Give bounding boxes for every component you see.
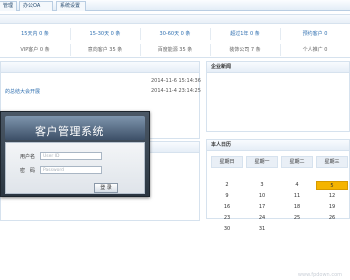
login-dialog: 客户管理系统 用户名 User ID 密 码 Password 登 录: [0, 111, 150, 197]
news-item-time: 2014-11-6 15:14:36: [151, 78, 201, 84]
calendar-day[interactable]: 23: [211, 214, 243, 223]
calendar-day[interactable]: 10: [246, 192, 278, 201]
calendar-day[interactable]: 30: [211, 225, 243, 234]
login-title: 客户管理系统: [35, 125, 104, 138]
stat-30-60-days[interactable]: 30-60天 0 条: [140, 27, 210, 41]
stat-over-1-year[interactable]: 超过1年 0 条: [210, 27, 280, 41]
stats-header: [0, 15, 350, 24]
login-header: 客户管理系统: [5, 116, 145, 140]
news-panel-header: [1, 62, 199, 73]
username-input[interactable]: User ID: [40, 152, 102, 160]
stat-baidu[interactable]: 百度能源 35 条: [140, 43, 210, 57]
calendar-week-row: 16 17 18 19: [211, 203, 350, 212]
weekday-header: 星期日: [211, 156, 243, 168]
stats-panel: 15天内 0 条 15-30天 0 条 30-60天 0 条 超过1年 0 条 …: [0, 14, 350, 58]
password-input[interactable]: Password: [40, 166, 102, 174]
calendar-day[interactable]: 3: [246, 181, 278, 190]
news-item-time: 2014-11-4 23:14:25: [151, 88, 201, 94]
username-label: 用户名: [20, 154, 36, 160]
enterprise-news-title: 企业新闻: [207, 62, 349, 73]
calendar-day[interactable]: 11: [281, 192, 313, 201]
calendar-week-row: 2 3 4 5: [211, 181, 350, 190]
tab-system-settings[interactable]: 系统设置: [56, 1, 86, 11]
calendar-day[interactable]: 18: [281, 203, 313, 212]
calendar-day[interactable]: 25: [281, 214, 313, 223]
login-form: 用户名 User ID 密 码 Password 登 录: [5, 142, 145, 194]
enterprise-news-panel: 企业新闻: [206, 61, 350, 132]
stat-intent[interactable]: 意向客户 35 条: [70, 43, 140, 57]
stat-15-days[interactable]: 15天内 0 条: [0, 27, 70, 41]
stat-personal[interactable]: 个人推广 0: [280, 43, 350, 57]
stat-15-30-days[interactable]: 15-30天 0 条: [70, 27, 140, 41]
calendar-day[interactable]: 2: [211, 181, 243, 190]
calendar-panel: 本人日历 星期日 星期一 星期二 星期三 2 3 4 5 9 10 11 12 …: [206, 139, 350, 232]
calendar-day[interactable]: 19: [316, 203, 348, 212]
stat-appointment[interactable]: 预约客户 0: [280, 27, 350, 41]
top-tab-bar: 管理 办公OA 系统设置: [0, 0, 350, 11]
weekday-header: 星期一: [246, 156, 278, 168]
calendar-day[interactable]: [316, 225, 348, 234]
calendar-title: 本人日历: [207, 140, 349, 151]
watermark: www.fpdown.com: [297, 272, 342, 278]
calendar-day[interactable]: 17: [246, 203, 278, 212]
calendar-week-row: 30 31: [211, 225, 350, 234]
calendar-day[interactable]: 31: [246, 225, 278, 234]
calendar-week-row: 9 10 11 12: [211, 192, 350, 201]
calendar-day[interactable]: 4: [281, 181, 313, 190]
calendar-day[interactable]: 9: [211, 192, 243, 201]
calendar-header-row: 星期日 星期一 星期二 星期三: [211, 156, 350, 168]
calendar-week-row: 23 24 25 26: [211, 214, 350, 223]
calendar-day[interactable]: 24: [246, 214, 278, 223]
weekday-header: 星期二: [281, 156, 313, 168]
calendar-day[interactable]: 26: [316, 214, 348, 223]
calendar-day[interactable]: 12: [316, 192, 348, 201]
calendar-day[interactable]: [211, 170, 243, 179]
calendar-grid: 星期日 星期一 星期二 星期三 2 3 4 5 9 10 11 12 16 17…: [211, 156, 350, 234]
tab-office-oa[interactable]: 办公OA: [19, 1, 53, 11]
login-button[interactable]: 登 录: [94, 183, 118, 193]
calendar-day-today[interactable]: 5: [316, 181, 348, 190]
calendar-day[interactable]: [281, 170, 313, 179]
calendar-day[interactable]: [281, 225, 313, 234]
calendar-day[interactable]: 16: [211, 203, 243, 212]
stat-decoration[interactable]: 装饰公司 7 条: [210, 43, 280, 57]
calendar-day[interactable]: [316, 170, 348, 179]
weekday-header: 星期三: [316, 156, 348, 168]
tab-manage[interactable]: 管理: [0, 1, 17, 11]
calendar-week-row: [211, 170, 350, 179]
stat-vip[interactable]: VIP客户 0 条: [0, 43, 70, 57]
password-label: 密 码: [20, 168, 36, 174]
calendar-day[interactable]: [246, 170, 278, 179]
news-item-title[interactable]: 的总结大会开展: [5, 88, 40, 95]
